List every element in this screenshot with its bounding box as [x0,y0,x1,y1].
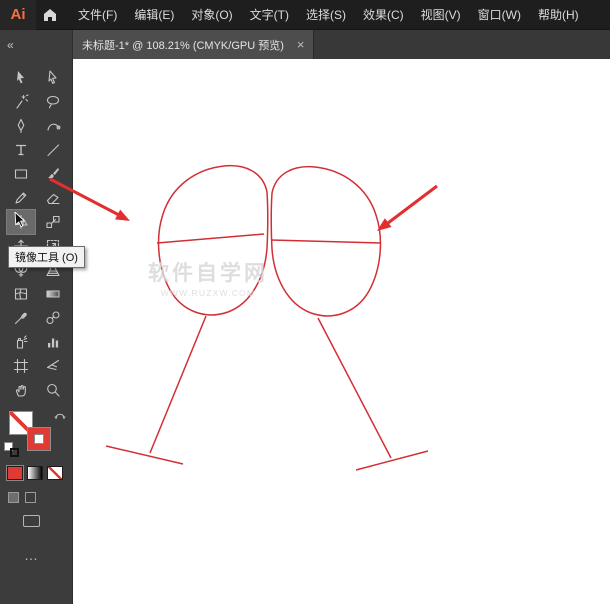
mouse-cursor-icon [14,212,30,228]
app-logo[interactable]: Ai [0,0,36,30]
lasso-tool[interactable] [39,90,67,114]
tooltip-text: 镜像工具 (O) [15,252,78,264]
menu-item-0[interactable]: 文件(F) [78,6,117,23]
screen-mode-button[interactable] [0,515,73,527]
eraser-tool[interactable] [39,186,67,210]
selection-icon [13,70,29,86]
pen-icon [13,118,29,134]
tab-strip: « 未标题-1* @ 108.21% (CMYK/GPU 预览) × [0,30,610,59]
swap-fill-stroke-icon[interactable] [53,409,67,423]
paint-buttons [0,466,73,480]
artboard-tool[interactable] [7,354,35,378]
stroke-swatch-hole [34,434,44,444]
rectangle-icon [13,166,29,182]
paintbrush-tool[interactable] [39,162,67,186]
mesh-icon [13,286,29,302]
canvas[interactable] [73,59,610,604]
screen-mode-icon [23,515,40,527]
menu-item-1[interactable]: 编辑(E) [134,6,174,23]
gradient-button[interactable] [27,466,43,480]
draw-normal-mode-button[interactable] [8,492,19,503]
type-tool[interactable] [7,138,35,162]
symbol-sprayer-icon [13,334,29,350]
menu-items: 文件(F) 编辑(E) 对象(O) 文字(T) 选择(S) 效果(C) 视图(V) 窗口(W)… [78,6,579,23]
type-icon [13,142,29,158]
selection-tool[interactable] [7,66,35,90]
fill-stroke-control [0,405,73,461]
home-icon-glyph [43,8,57,22]
direct-selection-tool[interactable] [39,66,67,90]
magic-wand-icon [13,94,29,110]
menu-item-2[interactable]: 对象(O) [191,6,232,23]
menu-item-3[interactable]: 文字(T) [250,6,289,23]
drawing-modes [0,492,73,503]
menu-item-5[interactable]: 效果(C) [363,6,404,23]
gradient-tool[interactable] [39,282,67,306]
zoom-tool[interactable] [39,378,67,402]
more-tools-button[interactable]: … [0,547,73,563]
zoom-icon [45,382,61,398]
line-segment-tool[interactable] [39,138,67,162]
scale-tool[interactable] [39,210,67,234]
pen-tool[interactable] [7,114,35,138]
hand-icon [13,382,29,398]
stroke-swatch-red[interactable] [27,427,51,451]
scale-icon [45,214,61,230]
tooltip: 镜像工具 (O) [8,246,85,268]
eyedropper-icon [13,310,29,326]
curvature-tool[interactable] [39,114,67,138]
collapse-chevrons-icon: « [7,38,14,52]
illustrator-window: Ai 文件(F) 编辑(E) 对象(O) 文字(T) 选择(S) 效果(C) 视图(V) 窗口… [0,0,610,604]
tab-title: 未标题-1* @ 108.21% (CMYK/GPU 预览) [82,37,284,53]
line-segment-icon [45,142,61,158]
home-icon[interactable] [36,0,64,30]
default-fill-stroke-icon[interactable] [4,442,20,458]
tab-close-icon[interactable]: × [297,38,305,51]
menu-item-6[interactable]: 视图(V) [421,6,461,23]
symbol-sprayer-tool[interactable] [7,330,35,354]
hand-tool[interactable] [7,378,35,402]
curvature-icon [45,118,61,134]
pencil-tool[interactable] [7,186,35,210]
slice-icon [45,358,61,374]
swap-arrows-icon [53,409,67,423]
draw-behind-mode-button[interactable] [25,492,36,503]
menu-item-8[interactable]: 帮助(H) [538,6,579,23]
paintbrush-icon [45,166,61,182]
document-tab[interactable]: 未标题-1* @ 108.21% (CMYK/GPU 预览) × [73,30,314,59]
gradient-icon [45,286,61,302]
mesh-tool[interactable] [7,282,35,306]
magic-wand-tool[interactable] [7,90,35,114]
tools-panel: … [0,59,73,604]
lasso-icon [45,94,61,110]
menu-item-4[interactable]: 选择(S) [306,6,346,23]
artboard-icon [13,358,29,374]
column-graph-tool[interactable] [39,330,67,354]
blend-icon [45,310,61,326]
eraser-icon [45,190,61,206]
menu-item-7[interactable]: 窗口(W) [478,6,521,23]
color-button[interactable] [7,466,23,480]
panel-collapse-button[interactable]: « [0,30,73,59]
direct-selection-icon [45,70,61,86]
menubar: Ai 文件(F) 编辑(E) 对象(O) 文字(T) 选择(S) 效果(C) 视图(V) 窗口… [0,0,610,30]
toolbar-tools [0,59,72,402]
eyedropper-tool[interactable] [7,306,35,330]
pencil-icon [13,190,29,206]
rectangle-tool[interactable] [7,162,35,186]
column-graph-icon [45,334,61,350]
none-button[interactable] [47,466,63,480]
blend-tool[interactable] [39,306,67,330]
slice-tool[interactable] [39,354,67,378]
default-stroke-square [10,448,19,457]
